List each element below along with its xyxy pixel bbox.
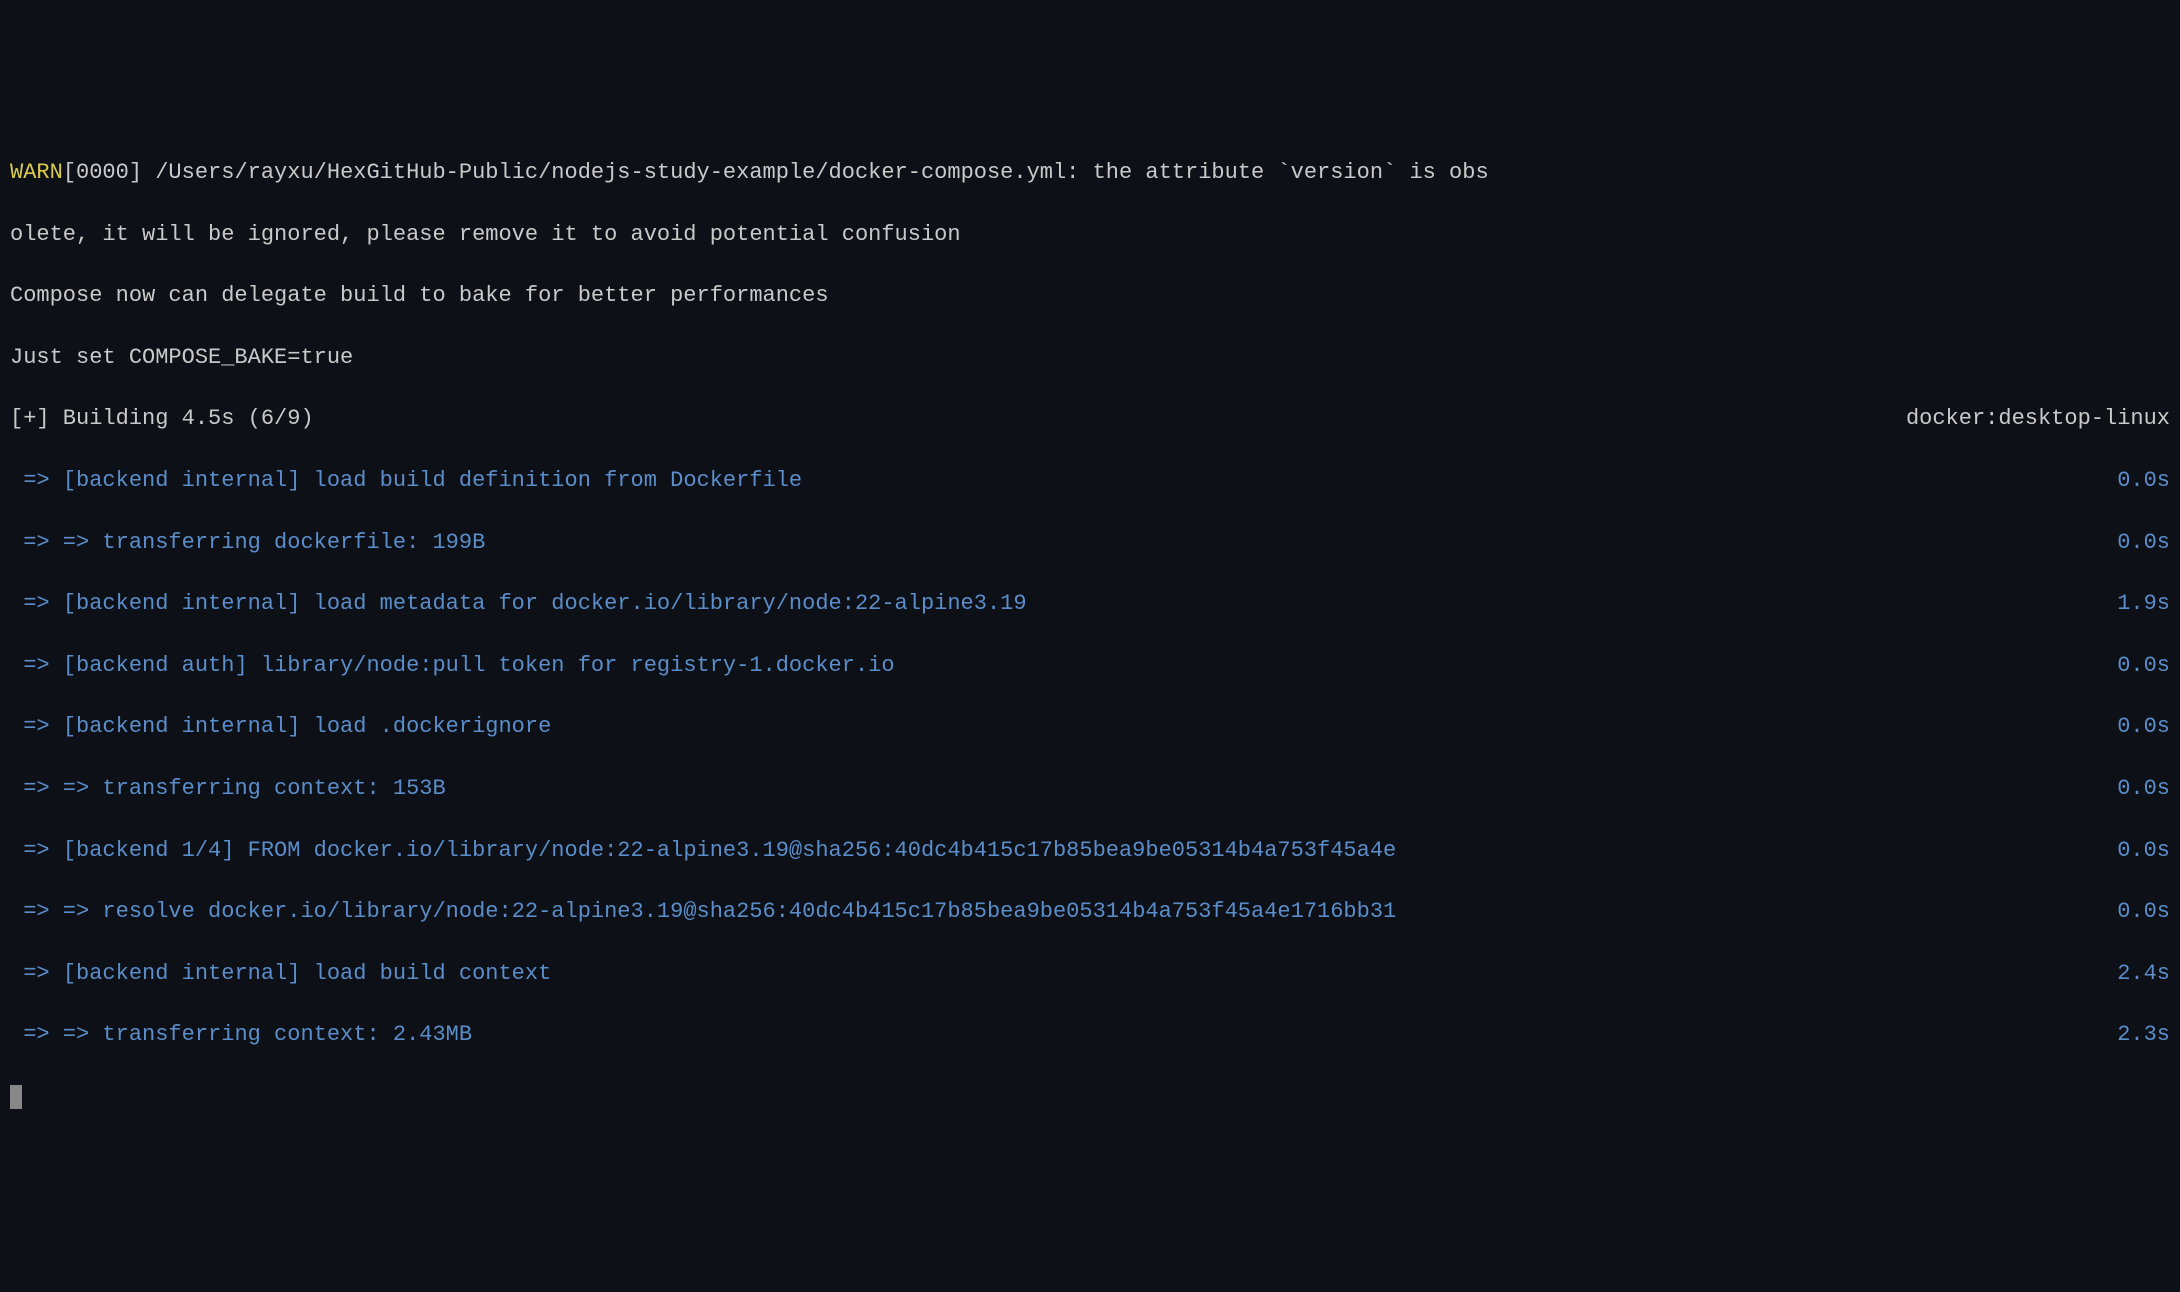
step-text: [backend internal] load build definition… (63, 468, 802, 493)
step-text: transferring dockerfile: 199B (102, 530, 485, 555)
step-prefix: => (10, 961, 63, 986)
step-prefix: => (10, 714, 63, 739)
step-prefix: => => (10, 530, 102, 555)
step-text: transferring context: 153B (102, 776, 445, 801)
step-text: [backend internal] load metadata for doc… (63, 591, 1027, 616)
building-status: [+] Building 4.5s (6/9) (10, 404, 314, 435)
build-step: => => transferring context: 153B 0.0s (10, 774, 2170, 805)
step-text: [backend internal] load build context (63, 961, 551, 986)
compose-info-2: Just set COMPOSE_BAKE=true (10, 343, 2170, 374)
warn-line-1: WARN[0000] /Users/rayxu/HexGitHub-Public… (10, 158, 2170, 189)
cursor-icon (10, 1085, 22, 1109)
step-prefix: => (10, 653, 63, 678)
step-text: [backend 1/4] FROM docker.io/library/nod… (63, 838, 1396, 863)
warn-label: WARN (10, 160, 63, 185)
docker-context: docker:desktop-linux (1886, 404, 2170, 435)
step-time: 1.9s (2097, 589, 2170, 620)
build-step: => [backend internal] load build context… (10, 959, 2170, 990)
step-time: 0.0s (2097, 528, 2170, 559)
step-text: [backend internal] load .dockerignore (63, 714, 551, 739)
step-prefix: => (10, 468, 63, 493)
build-step: => => transferring dockerfile: 199B 0.0s (10, 528, 2170, 559)
step-prefix: => => (10, 899, 102, 924)
step-time: 2.3s (2097, 1020, 2170, 1051)
warn-line-2: olete, it will be ignored, please remove… (10, 220, 2170, 251)
compose-info-1: Compose now can delegate build to bake f… (10, 281, 2170, 312)
step-time: 0.0s (2097, 897, 2170, 928)
warn-msg-1: /Users/rayxu/HexGitHub-Public/nodejs-stu… (142, 160, 1489, 185)
step-prefix: => (10, 838, 63, 863)
build-step: => [backend auth] library/node:pull toke… (10, 651, 2170, 682)
terminal-output: WARN[0000] /Users/rayxu/HexGitHub-Public… (10, 127, 2170, 1143)
step-text: transferring context: 2.43MB (102, 1022, 472, 1047)
build-step: => [backend internal] load build definit… (10, 466, 2170, 497)
step-prefix: => (10, 591, 63, 616)
step-text: [backend auth] library/node:pull token f… (63, 653, 895, 678)
build-step: => [backend 1/4] FROM docker.io/library/… (10, 836, 2170, 867)
building-status-line: [+] Building 4.5s (6/9) docker:desktop-li… (10, 404, 2170, 435)
step-time: 0.0s (2097, 836, 2170, 867)
step-text: resolve docker.io/library/node:22-alpine… (102, 899, 1396, 924)
step-time: 0.0s (2097, 651, 2170, 682)
step-prefix: => => (10, 1022, 102, 1047)
build-step: => => resolve docker.io/library/node:22-… (10, 897, 2170, 928)
build-step: => [backend internal] load .dockerignore… (10, 712, 2170, 743)
step-time: 0.0s (2097, 712, 2170, 743)
cursor-line (10, 1082, 2170, 1113)
step-time: 0.0s (2097, 466, 2170, 497)
build-step: => [backend internal] load metadata for … (10, 589, 2170, 620)
step-time: 0.0s (2097, 774, 2170, 805)
step-time: 2.4s (2097, 959, 2170, 990)
step-prefix: => => (10, 776, 102, 801)
warn-code: [0000] (63, 160, 142, 185)
build-step: => => transferring context: 2.43MB 2.3s (10, 1020, 2170, 1051)
